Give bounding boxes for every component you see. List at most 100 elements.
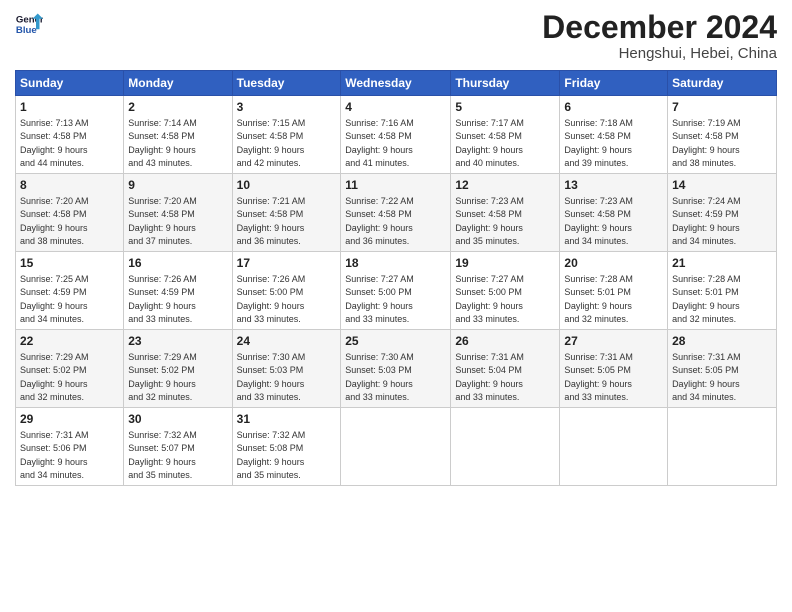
day-number: 2 [128,99,227,116]
day-info: Sunrise: 7:20 AM Sunset: 4:58 PM Dayligh… [20,196,89,246]
calendar-cell: 28 Sunrise: 7:31 AM Sunset: 5:05 PM Dayli… [668,330,777,408]
day-number: 27 [564,333,663,350]
calendar-cell: 22 Sunrise: 7:29 AM Sunset: 5:02 PM Dayli… [16,330,124,408]
day-info: Sunrise: 7:32 AM Sunset: 5:07 PM Dayligh… [128,430,197,480]
calendar-cell: 10 Sunrise: 7:21 AM Sunset: 4:58 PM Dayli… [232,174,341,252]
day-number: 9 [128,177,227,194]
day-number: 6 [564,99,663,116]
day-info: Sunrise: 7:19 AM Sunset: 4:58 PM Dayligh… [672,118,741,168]
calendar-cell: 27 Sunrise: 7:31 AM Sunset: 5:05 PM Dayli… [560,330,668,408]
day-info: Sunrise: 7:14 AM Sunset: 4:58 PM Dayligh… [128,118,197,168]
day-number: 26 [455,333,555,350]
calendar-cell: 19 Sunrise: 7:27 AM Sunset: 5:00 PM Dayli… [451,252,560,330]
location-subtitle: Hengshui, Hebei, China [542,45,777,62]
calendar-cell [341,408,451,486]
day-number: 3 [237,99,337,116]
day-number: 16 [128,255,227,272]
day-info: Sunrise: 7:32 AM Sunset: 5:08 PM Dayligh… [237,430,306,480]
day-number: 19 [455,255,555,272]
calendar-week-1: 1 Sunrise: 7:13 AM Sunset: 4:58 PM Daylig… [16,96,777,174]
calendar-cell: 3 Sunrise: 7:15 AM Sunset: 4:58 PM Daylig… [232,96,341,174]
day-info: Sunrise: 7:31 AM Sunset: 5:05 PM Dayligh… [672,352,741,402]
calendar-cell [560,408,668,486]
day-info: Sunrise: 7:30 AM Sunset: 5:03 PM Dayligh… [345,352,414,402]
day-number: 11 [345,177,446,194]
day-number: 1 [20,99,119,116]
calendar-cell: 26 Sunrise: 7:31 AM Sunset: 5:04 PM Dayli… [451,330,560,408]
day-number: 20 [564,255,663,272]
day-number: 15 [20,255,119,272]
day-number: 21 [672,255,772,272]
day-number: 28 [672,333,772,350]
month-title: December 2024 [542,10,777,45]
day-number: 29 [20,411,119,428]
calendar-cell: 21Sunrise: 7:28 AM Sunset: 5:01 PM Dayli… [668,252,777,330]
day-number: 24 [237,333,337,350]
day-number: 8 [20,177,119,194]
day-info: Sunrise: 7:27 AM Sunset: 5:00 PM Dayligh… [345,274,414,324]
calendar-cell: 1 Sunrise: 7:13 AM Sunset: 4:58 PM Daylig… [16,96,124,174]
day-number: 30 [128,411,227,428]
day-number: 18 [345,255,446,272]
day-number: 23 [128,333,227,350]
header: General Blue December 2024 Hengshui, Heb… [15,10,777,62]
calendar-cell: 17Sunrise: 7:26 AM Sunset: 5:00 PM Dayli… [232,252,341,330]
calendar-week-3: 15 Sunrise: 7:25 AM Sunset: 4:59 PM Dayli… [16,252,777,330]
day-number: 12 [455,177,555,194]
calendar-cell [451,408,560,486]
calendar-cell: 6Sunrise: 7:18 AM Sunset: 4:58 PM Daylig… [560,96,668,174]
weekday-header-sunday: Sunday [16,71,124,96]
day-info: Sunrise: 7:31 AM Sunset: 5:05 PM Dayligh… [564,352,633,402]
day-info: Sunrise: 7:25 AM Sunset: 4:59 PM Dayligh… [20,274,89,324]
weekday-header-thursday: Thursday [451,71,560,96]
calendar-cell: 5 Sunrise: 7:17 AM Sunset: 4:58 PM Daylig… [451,96,560,174]
day-info: Sunrise: 7:27 AM Sunset: 5:00 PM Dayligh… [455,274,524,324]
weekday-header-tuesday: Tuesday [232,71,341,96]
calendar-week-5: 29 Sunrise: 7:31 AM Sunset: 5:06 PM Dayli… [16,408,777,486]
calendar-cell: 9 Sunrise: 7:20 AM Sunset: 4:58 PM Daylig… [124,174,232,252]
calendar-cell: 12 Sunrise: 7:23 AM Sunset: 4:58 PM Dayli… [451,174,560,252]
day-info: Sunrise: 7:24 AM Sunset: 4:59 PM Dayligh… [672,196,741,246]
day-number: 4 [345,99,446,116]
calendar-cell: 2 Sunrise: 7:14 AM Sunset: 4:58 PM Daylig… [124,96,232,174]
svg-text:Blue: Blue [16,25,37,36]
day-info: Sunrise: 7:29 AM Sunset: 5:02 PM Dayligh… [128,352,197,402]
weekday-header-friday: Friday [560,71,668,96]
calendar-cell: 20 Sunrise: 7:28 AM Sunset: 5:01 PM Dayli… [560,252,668,330]
calendar-cell: 25 Sunrise: 7:30 AM Sunset: 5:03 PM Dayli… [341,330,451,408]
day-info: Sunrise: 7:16 AM Sunset: 4:58 PM Dayligh… [345,118,414,168]
calendar-cell: 4 Sunrise: 7:16 AM Sunset: 4:58 PM Daylig… [341,96,451,174]
day-info: Sunrise: 7:31 AM Sunset: 5:04 PM Dayligh… [455,352,524,402]
calendar-cell: 15 Sunrise: 7:25 AM Sunset: 4:59 PM Dayli… [16,252,124,330]
logo-icon: General Blue [15,10,43,38]
day-info: Sunrise: 7:13 AM Sunset: 4:58 PM Dayligh… [20,118,89,168]
calendar-cell: 29 Sunrise: 7:31 AM Sunset: 5:06 PM Dayli… [16,408,124,486]
calendar-cell: 30 Sunrise: 7:32 AM Sunset: 5:07 PM Dayli… [124,408,232,486]
logo: General Blue [15,10,43,38]
day-info: Sunrise: 7:23 AM Sunset: 4:58 PM Dayligh… [564,196,633,246]
day-number: 10 [237,177,337,194]
calendar-table: SundayMondayTuesdayWednesdayThursdayFrid… [15,70,777,486]
calendar-cell: 18 Sunrise: 7:27 AM Sunset: 5:00 PM Dayli… [341,252,451,330]
day-info: Sunrise: 7:31 AM Sunset: 5:06 PM Dayligh… [20,430,89,480]
day-info: Sunrise: 7:26 AM Sunset: 4:59 PM Dayligh… [128,274,197,324]
day-info: Sunrise: 7:20 AM Sunset: 4:58 PM Dayligh… [128,196,197,246]
day-number: 5 [455,99,555,116]
day-number: 22 [20,333,119,350]
day-number: 25 [345,333,446,350]
day-info: Sunrise: 7:15 AM Sunset: 4:58 PM Dayligh… [237,118,306,168]
calendar-cell: 13Sunrise: 7:23 AM Sunset: 4:58 PM Dayli… [560,174,668,252]
day-number: 14 [672,177,772,194]
calendar-cell [668,408,777,486]
day-info: Sunrise: 7:22 AM Sunset: 4:58 PM Dayligh… [345,196,414,246]
day-number: 7 [672,99,772,116]
day-info: Sunrise: 7:17 AM Sunset: 4:58 PM Dayligh… [455,118,524,168]
weekday-header-monday: Monday [124,71,232,96]
day-info: Sunrise: 7:28 AM Sunset: 5:01 PM Dayligh… [564,274,633,324]
day-info: Sunrise: 7:21 AM Sunset: 4:58 PM Dayligh… [237,196,306,246]
day-info: Sunrise: 7:29 AM Sunset: 5:02 PM Dayligh… [20,352,89,402]
calendar-cell: 23 Sunrise: 7:29 AM Sunset: 5:02 PM Dayli… [124,330,232,408]
day-info: Sunrise: 7:26 AM Sunset: 5:00 PM Dayligh… [237,274,306,324]
calendar-cell: 8 Sunrise: 7:20 AM Sunset: 4:58 PM Daylig… [16,174,124,252]
day-info: Sunrise: 7:23 AM Sunset: 4:58 PM Dayligh… [455,196,524,246]
